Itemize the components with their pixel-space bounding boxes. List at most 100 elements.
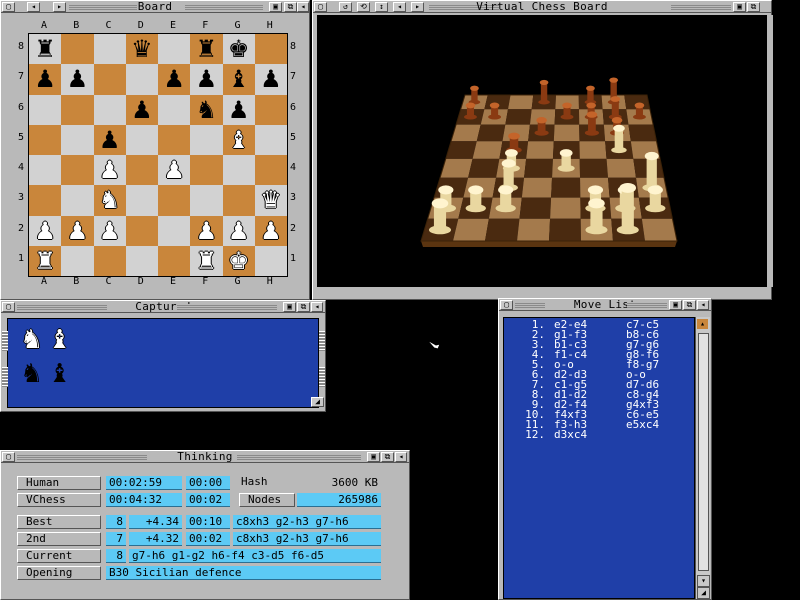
square-f7[interactable]: ♟ (190, 64, 223, 95)
white-pawn-icon[interactable]: ♟ (99, 219, 121, 243)
white-move[interactable]: d3xc4 (554, 429, 587, 440)
board-window[interactable]: ▢ ◂ ▸ Board ▣ ⧉ ◂ ♜ ♛ ♜ ♚ ♟ ♟ ♟ ♟ ♝ ♟ ♟ ♞ ♟ ♟ ♝ ♟ ♟ ♞ ♛ ♟ ♟ ♟… (0, 0, 310, 300)
black-pawn-icon[interactable]: ♟ (228, 98, 250, 122)
black-pawn-icon[interactable]: ♟ (99, 128, 121, 152)
scroll-down-arrow[interactable]: ▾ (697, 575, 710, 587)
square-g6[interactable]: ♟ (222, 94, 255, 125)
thinking-titlebar[interactable]: ▢ Thinking ▣ ⧉ ◂ (1, 450, 409, 463)
resize-gadget[interactable]: ◢ (697, 587, 710, 599)
square-c2[interactable]: ♟ (93, 215, 126, 246)
square-g8[interactable]: ♚ (222, 34, 255, 65)
iconify-gadget[interactable]: ◂ (395, 452, 407, 462)
square-b3[interactable] (61, 185, 94, 216)
square-c6[interactable] (93, 94, 126, 125)
square-b4[interactable] (61, 155, 94, 186)
square-f2[interactable]: ♟ (190, 215, 223, 246)
move-list-scrollbar[interactable]: ▴ ▾ ◢ (695, 317, 710, 599)
iconify-gadget[interactable]: ◂ (297, 2, 309, 12)
square-f3[interactable] (190, 185, 223, 216)
virtual-board-window[interactable]: ▢ ↺ ⟲ ↕ ◂ ▸ Virtual Chess Board ▣ ⧉ (312, 0, 773, 300)
square-h2[interactable]: ♟ (254, 215, 287, 246)
black-pawn-icon[interactable]: ♟ (163, 67, 185, 91)
square-f5[interactable] (190, 124, 223, 155)
square-h5[interactable] (254, 124, 287, 155)
black-queen-icon[interactable]: ♛ (131, 37, 153, 61)
square-g4[interactable] (222, 155, 255, 186)
move-list[interactable]: 1. e2-e4 c7-c5 2. g1-f3 b8-c6 3. b1-c3 g7-g6 4. f1… (503, 317, 695, 599)
white-knight-icon[interactable]: ♞ (99, 188, 121, 212)
square-d5[interactable] (125, 124, 158, 155)
square-a5[interactable] (29, 124, 62, 155)
white-rook-icon[interactable]: ♜ (196, 249, 218, 273)
white-pawn-icon[interactable]: ♟ (67, 219, 89, 243)
square-h1[interactable] (254, 245, 287, 276)
white-rook-icon[interactable]: ♜ (34, 249, 56, 273)
black-king-icon[interactable]: ♚ (228, 37, 250, 61)
square-h8[interactable] (254, 34, 287, 65)
captured-titlebar[interactable]: ▢ Captured ▣ ⧉ ◂ (1, 300, 325, 313)
square-a7[interactable]: ♟ (29, 64, 62, 95)
square-f8[interactable]: ♜ (190, 34, 223, 65)
square-c4[interactable]: ♟ (93, 155, 126, 186)
square-e7[interactable]: ♟ (158, 64, 191, 95)
black-knight-icon[interactable]: ♞ (196, 98, 218, 122)
white-queen-icon[interactable]: ♛ (260, 188, 282, 212)
thinking-window[interactable]: ▢ Thinking ▣ ⧉ ◂ Human 00:02:59 00:00 Ha… (0, 450, 410, 600)
square-c7[interactable] (93, 64, 126, 95)
white-pawn-icon[interactable]: ♟ (196, 219, 218, 243)
zoom-gadget[interactable]: ▣ (669, 300, 682, 310)
square-b8[interactable] (61, 34, 94, 65)
iconify-gadget[interactable]: ◂ (697, 300, 709, 310)
square-a2[interactable]: ♟ (29, 215, 62, 246)
depth-gadget[interactable]: ⧉ (297, 302, 310, 312)
board-titlebar[interactable]: ▢ ◂ ▸ Board ▣ ⧉ ◂ (1, 0, 309, 13)
zoom-gadget[interactable]: ▣ (269, 2, 282, 12)
black-pawn-icon[interactable]: ♟ (260, 67, 282, 91)
square-f6[interactable]: ♞ (190, 94, 223, 125)
square-g7[interactable]: ♝ (222, 64, 255, 95)
depth-gadget[interactable]: ⧉ (381, 452, 394, 462)
black-bishop-icon[interactable]: ♝ (228, 67, 250, 91)
square-a8[interactable]: ♜ (29, 34, 62, 65)
depth-gadget[interactable]: ⧉ (284, 2, 297, 12)
square-h4[interactable] (254, 155, 287, 186)
square-b6[interactable] (61, 94, 94, 125)
square-g3[interactable] (222, 185, 255, 216)
square-d1[interactable] (125, 245, 158, 276)
square-b5[interactable] (61, 124, 94, 155)
square-c1[interactable] (93, 245, 126, 276)
white-king-icon[interactable]: ♚ (228, 249, 250, 273)
white-pawn-icon[interactable]: ♟ (228, 219, 250, 243)
white-pawn-icon[interactable]: ♟ (163, 158, 185, 182)
square-d2[interactable] (125, 215, 158, 246)
white-pawn-icon[interactable]: ♟ (99, 158, 121, 182)
square-c8[interactable] (93, 34, 126, 65)
square-d7[interactable] (125, 64, 158, 95)
square-b2[interactable]: ♟ (61, 215, 94, 246)
scroll-knob[interactable] (698, 333, 709, 571)
square-d4[interactable] (125, 155, 158, 186)
square-g1[interactable]: ♚ (222, 245, 255, 276)
depth-gadget[interactable]: ⧉ (747, 2, 760, 12)
square-a4[interactable] (29, 155, 62, 186)
resize-gadget[interactable]: ◢ (311, 397, 324, 407)
square-e8[interactable] (158, 34, 191, 65)
captured-window[interactable]: ▢ Captured ▣ ⧉ ◂ ♞ ♝ ♞ ♝ ◢ (0, 300, 326, 412)
square-d6[interactable]: ♟ (125, 94, 158, 125)
scroll-up-arrow[interactable]: ▴ (697, 319, 708, 329)
square-c5[interactable]: ♟ (93, 124, 126, 155)
square-e3[interactable] (158, 185, 191, 216)
white-bishop-icon[interactable]: ♝ (228, 128, 250, 152)
move-number[interactable]: 12. (525, 429, 545, 440)
square-g2[interactable]: ♟ (222, 215, 255, 246)
square-e4[interactable]: ♟ (158, 155, 191, 186)
black-pawn-icon[interactable]: ♟ (34, 67, 56, 91)
iconify-gadget[interactable]: ◂ (311, 302, 323, 312)
3d-board-view[interactable] (317, 15, 767, 287)
white-pawn-icon[interactable]: ♟ (260, 219, 282, 243)
virtual-titlebar[interactable]: ▢ ↺ ⟲ ↕ ◂ ▸ Virtual Chess Board ▣ ⧉ (313, 0, 771, 13)
square-c3[interactable]: ♞ (93, 185, 126, 216)
white-pawn-icon[interactable]: ♟ (34, 219, 56, 243)
square-d8[interactable]: ♛ (125, 34, 158, 65)
movelist-titlebar[interactable]: ▢ Move List ▣ ⧉ ◂ (499, 298, 711, 311)
